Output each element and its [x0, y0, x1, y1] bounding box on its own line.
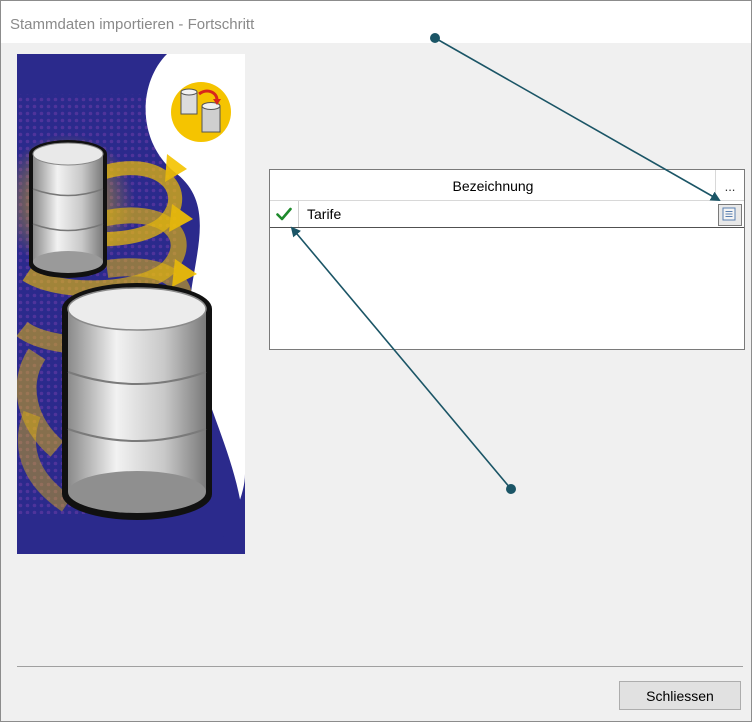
column-header-bezeichnung[interactable]: Bezeichnung: [270, 178, 716, 194]
title-bar: Stammdaten importieren - Fortschritt: [1, 1, 751, 43]
footer-divider: [17, 666, 743, 667]
status-cell: [270, 201, 299, 227]
import-progress-window: Stammdaten importieren - Fortschritt Bez…: [0, 0, 752, 722]
table-header: Bezeichnung ...: [270, 170, 744, 201]
database-import-illustration: [1, 54, 246, 554]
table-row[interactable]: Tarife: [270, 201, 744, 228]
document-icon: [722, 207, 736, 221]
import-items-table: Bezeichnung ... Tarife: [269, 169, 745, 350]
check-icon: [276, 207, 292, 221]
column-chooser-button[interactable]: ...: [715, 170, 744, 200]
window-title: Stammdaten importieren - Fortschritt: [10, 16, 255, 33]
close-button[interactable]: Schliessen: [619, 681, 741, 710]
details-button[interactable]: [718, 204, 742, 226]
row-label: Tarife: [307, 206, 342, 222]
